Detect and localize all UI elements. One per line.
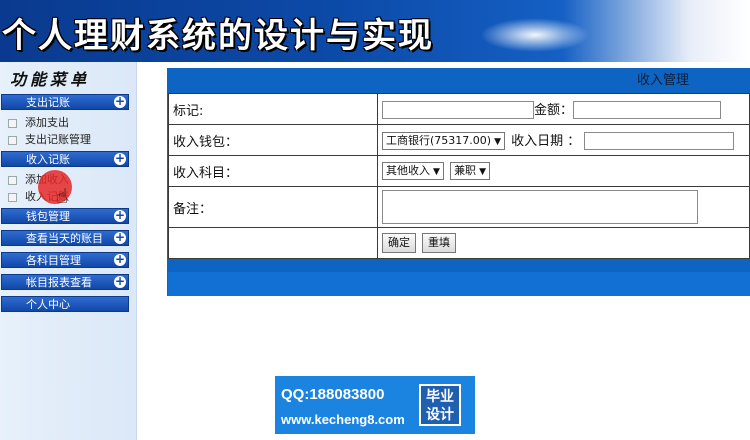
note-label: 备注： (168, 186, 378, 228)
wallet-select[interactable]: 工商银行(75317.00) ▼ (382, 132, 505, 151)
tree-node-icon (8, 175, 17, 185)
menu-group-label: 各科目管理 (26, 254, 81, 267)
panel-footer (168, 272, 750, 296)
expand-plus-icon[interactable]: + (114, 275, 126, 288)
menu-group-label: 查看当天的账目 (26, 232, 103, 245)
menu-item-add-expense[interactable]: 添加支出 (8, 116, 69, 130)
subject-select[interactable]: 其他收入 ▼ (382, 162, 444, 180)
sidebar: 功能菜单 支出记账 + 添加支出 支出记账管理 收入记账 + 添加收入 收入记账… (0, 62, 137, 440)
form-row: 收入科目： 其他收入 ▼ 兼职 ▼ (168, 155, 750, 187)
form-row: 收入钱包： 工商银行(75317.00) ▼ 收入日期 ： (168, 124, 750, 156)
menu-group-label: 个人中心 (26, 298, 70, 311)
form-row: 备注： (168, 186, 750, 228)
badge-line: 毕业 (426, 389, 454, 405)
expand-plus-icon[interactable]: + (114, 152, 126, 165)
watermark-url: www.kecheng8.com (281, 412, 405, 427)
menu-group-wallet[interactable]: 钱包管理 + (1, 208, 129, 224)
form-row: 标记: 金额： (168, 93, 750, 125)
page-title: 个人理财系统的设计与实现 (2, 16, 434, 56)
amount-label: 金额： (534, 102, 574, 118)
income-form: 标记: 金额： 收入钱包： 工商银行(75317.00) ▼ 收入日期 ： 收入科… (168, 93, 750, 259)
income-form-panel: 收入管理 标记: 金额： 收入钱包： 工商银行(75317.00) ▼ 收入日期 … (167, 68, 750, 296)
subject2-selected: 兼职 (454, 164, 477, 177)
expand-plus-icon[interactable]: + (114, 231, 126, 244)
watermark: QQ:188083800 www.kecheng8.com 毕业 设计 (275, 376, 475, 434)
amount-input[interactable] (573, 101, 722, 120)
menu-title: 功能菜单 (10, 70, 91, 89)
banner: 个人理财系统的设计与实现 (0, 0, 750, 62)
dropdown-arrow-icon: ▼ (433, 167, 440, 177)
confirm-button[interactable]: 确定 (382, 233, 416, 253)
panel-header: 收入管理 (167, 68, 750, 94)
remark-input[interactable] (382, 101, 534, 120)
wallet-cell: 工商银行(75317.00) ▼ 收入日期 ： (377, 124, 750, 156)
remark-cell: 金额： (377, 93, 750, 125)
reset-button[interactable]: 重填 (422, 233, 456, 253)
dropdown-arrow-icon: ▼ (494, 137, 501, 148)
buttons-cell: 确定 重填 (377, 227, 750, 259)
menu-group-label: 收入记账 (26, 153, 70, 166)
date-input[interactable] (584, 132, 735, 151)
tree-node-icon (8, 118, 17, 128)
menu-item-label: 支出记账管理 (25, 133, 91, 146)
menu-group-label: 帐目报表查看 (26, 276, 92, 289)
expand-plus-icon[interactable]: + (114, 253, 126, 266)
panel-title: 收入管理 (637, 73, 690, 88)
menu-group-label: 钱包管理 (26, 210, 70, 223)
watermark-badge: 毕业 设计 (419, 384, 461, 426)
remark-label: 标记: (168, 93, 378, 125)
menu-group-reports[interactable]: 帐目报表查看 + (1, 274, 129, 290)
expand-plus-icon[interactable]: + (114, 209, 126, 222)
hand-cursor-icon: ☝ (56, 184, 69, 208)
menu-group-income[interactable]: 收入记账 + (1, 151, 129, 167)
form-row: 确定 重填 (168, 227, 750, 259)
menu-item-expense-manage[interactable]: 支出记账管理 (8, 133, 91, 147)
dropdown-arrow-icon: ▼ (479, 167, 486, 177)
menu-group-label: 支出记账 (26, 96, 70, 109)
subject-selected: 其他收入 (386, 164, 430, 177)
wallet-selected: 工商银行(75317.00) (386, 134, 492, 148)
tree-node-icon (8, 192, 17, 202)
badge-line: 设计 (426, 407, 454, 423)
menu-group-expense[interactable]: 支出记账 + (1, 94, 129, 110)
menu-group-subjects[interactable]: 各科目管理 + (1, 252, 129, 268)
tree-node-icon (8, 135, 17, 145)
note-textarea[interactable] (382, 190, 698, 224)
subject-cell: 其他收入 ▼ 兼职 ▼ (377, 155, 750, 187)
watermark-qq: QQ:188083800 (281, 386, 385, 403)
banner-glow (480, 18, 590, 52)
empty-cell (168, 227, 378, 259)
subject-label: 收入科目： (168, 155, 378, 187)
subject2-select[interactable]: 兼职 ▼ (450, 162, 490, 180)
menu-group-profile[interactable]: 个人中心 (1, 296, 129, 312)
menu-group-today[interactable]: 查看当天的账目 + (1, 230, 129, 246)
note-cell (377, 186, 750, 228)
expand-plus-icon[interactable]: + (114, 95, 126, 108)
menu-item-label: 添加支出 (25, 116, 69, 129)
wallet-label: 收入钱包： (168, 124, 378, 156)
date-label: 收入日期 ： (511, 133, 581, 149)
